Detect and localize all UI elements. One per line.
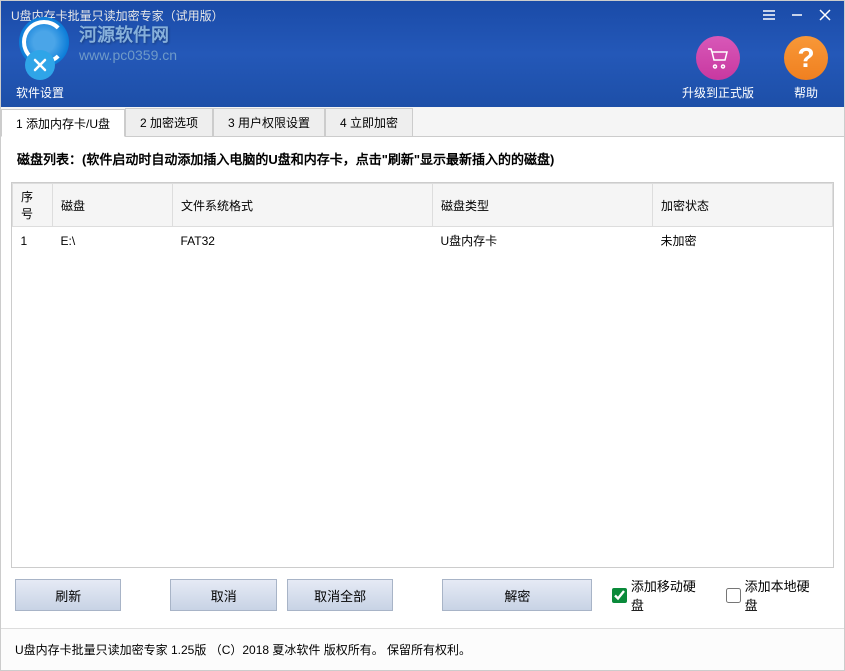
cell-disk-type: U盘内存卡 [433, 227, 653, 255]
help-label: 帮助 [794, 84, 818, 101]
tab-user-permissions[interactable]: 3 用户权限设置 [213, 108, 325, 136]
checkbox-add-local-label: 添加本地硬盘 [745, 576, 820, 614]
close-icon[interactable] [816, 6, 834, 24]
minimize-icon[interactable] [788, 6, 806, 24]
header-disk-type[interactable]: 磁盘类型 [433, 184, 653, 227]
checkbox-add-removable[interactable]: 添加移动硬盘 [612, 576, 706, 614]
tabs: 1 添加内存卡/U盘 2 加密选项 3 用户权限设置 4 立即加密 [1, 107, 844, 137]
main-window: U盘内存卡批量只读加密专家（试用版） 河源软件网 www.pc0359.cn [0, 0, 845, 671]
table-row[interactable]: 1 E:\ FAT32 U盘内存卡 未加密 [13, 227, 833, 255]
checkbox-add-removable-label: 添加移动硬盘 [631, 576, 706, 614]
decrypt-button[interactable]: 解密 [442, 579, 592, 611]
cell-disk: E:\ [53, 227, 173, 255]
cell-encrypt-status: 未加密 [653, 227, 833, 255]
tab-add-disk[interactable]: 1 添加内存卡/U盘 [1, 109, 125, 137]
refresh-button[interactable]: 刷新 [15, 579, 121, 611]
checkbox-add-local[interactable]: 添加本地硬盘 [726, 576, 820, 614]
cancel-button[interactable]: 取消 [170, 579, 276, 611]
checkbox-add-local-input[interactable] [726, 588, 740, 603]
table-header-row: 序号 磁盘 文件系统格式 磁盘类型 加密状态 [13, 184, 833, 227]
header-seq[interactable]: 序号 [13, 184, 53, 227]
header-disk[interactable]: 磁盘 [53, 184, 173, 227]
watermark-text: 河源软件网 www.pc0359.cn [79, 21, 177, 63]
copyright-text: U盘内存卡批量只读加密专家 1.25版 （C）2018 夏冰软件 版权所有。 保… [15, 643, 471, 657]
cancel-all-button[interactable]: 取消全部 [287, 579, 393, 611]
cell-seq: 1 [13, 227, 53, 255]
disk-table: 序号 磁盘 文件系统格式 磁盘类型 加密状态 1 E:\ FAT32 U盘内存卡… [12, 183, 833, 254]
header-encrypt-status[interactable]: 加密状态 [653, 184, 833, 227]
upgrade-button[interactable]: 升级到正式版 [682, 36, 754, 101]
tab-encrypt-now[interactable]: 4 立即加密 [325, 108, 413, 136]
menu-icon[interactable] [760, 6, 778, 24]
settings-button[interactable]: 软件设置 [16, 50, 64, 101]
tab-encrypt-options[interactable]: 2 加密选项 [125, 108, 213, 136]
header: U盘内存卡批量只读加密专家（试用版） 河源软件网 www.pc0359.cn [1, 1, 844, 107]
upgrade-label: 升级到正式版 [682, 84, 754, 101]
disk-table-container: 序号 磁盘 文件系统格式 磁盘类型 加密状态 1 E:\ FAT32 U盘内存卡… [11, 182, 834, 568]
settings-label: 软件设置 [16, 84, 64, 101]
content: 磁盘列表：(软件启动时自动添加插入电脑的U盘和内存卡，点击"刷新"显示最新插入的… [1, 137, 844, 628]
cell-filesystem: FAT32 [173, 227, 433, 255]
action-bar: 刷新 取消 取消全部 解密 添加移动硬盘 添加本地硬盘 [11, 568, 834, 618]
watermark-site-name: 河源软件网 [79, 21, 177, 47]
cart-icon [696, 36, 740, 80]
checkbox-add-removable-input[interactable] [612, 588, 626, 603]
question-icon: ? [784, 36, 828, 80]
header-filesystem[interactable]: 文件系统格式 [173, 184, 433, 227]
settings-icon [25, 50, 55, 80]
footer: U盘内存卡批量只读加密专家 1.25版 （C）2018 夏冰软件 版权所有。 保… [1, 628, 844, 670]
help-button[interactable]: ? 帮助 [784, 36, 828, 101]
window-controls [760, 6, 834, 24]
watermark-url: www.pc0359.cn [79, 47, 177, 63]
header-nav-right: 升级到正式版 ? 帮助 [682, 36, 828, 101]
disk-list-label: 磁盘列表：(软件启动时自动添加插入电脑的U盘和内存卡，点击"刷新"显示最新插入的… [11, 149, 834, 168]
